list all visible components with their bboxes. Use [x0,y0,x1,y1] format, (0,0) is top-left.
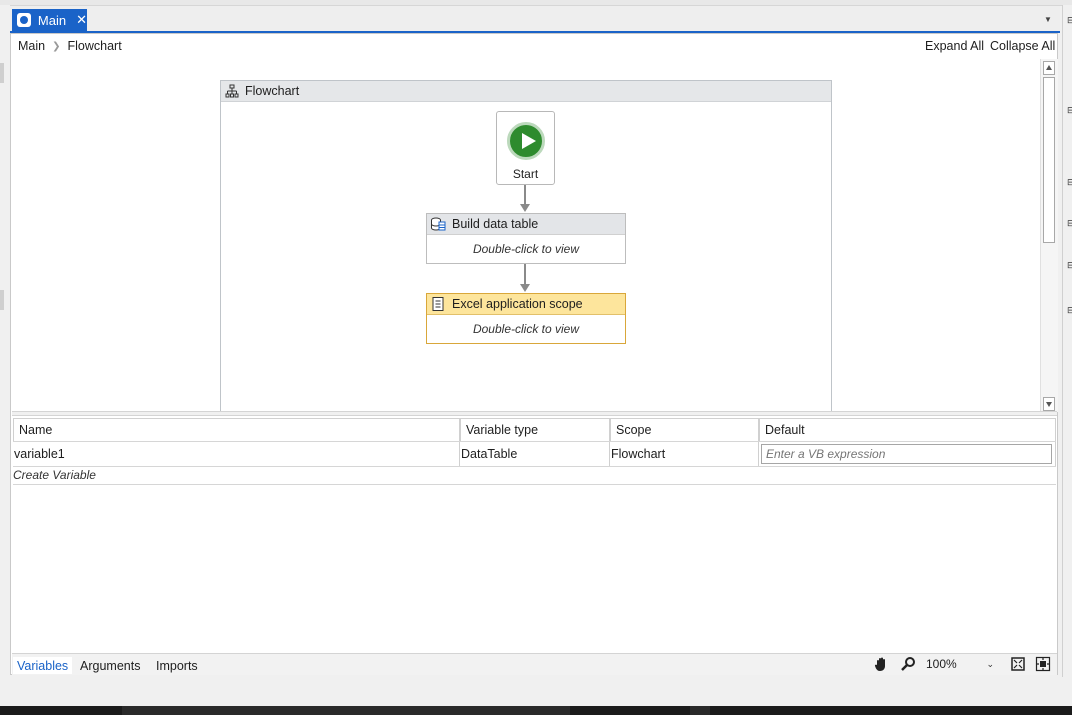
create-variable-row[interactable]: Create Variable [13,467,1056,485]
activity-title: Excel application scope [452,297,583,311]
workflow-file-icon [17,13,31,27]
column-header-scope[interactable]: Scope [610,418,759,441]
arrow-down-icon [520,204,530,212]
start-play-icon [507,122,545,160]
variable-scope-cell[interactable]: Flowchart [610,442,759,466]
connector-line[interactable] [524,185,526,205]
scroll-up-icon[interactable] [1043,61,1055,75]
create-variable-link[interactable]: Create Variable [13,468,96,482]
document-tab-main[interactable]: Main ✕ [12,9,87,31]
canvas-vertical-scrollbar[interactable] [1040,59,1058,412]
data-table-icon [431,217,446,231]
collapse-all-button[interactable]: Collapse All [990,39,1055,53]
activity-title: Build data table [452,217,539,231]
variables-table-header: Name Variable type Scope Default [13,418,1056,442]
activity-hint: Double-click to view [472,322,580,336]
excel-scope-icon [432,297,444,311]
pan-hand-icon[interactable] [873,656,889,672]
left-panel-edge [0,5,10,677]
start-label: Start [512,167,539,181]
activity-excel-application-scope[interactable]: Excel application scope Double-click to … [426,293,626,344]
zoom-magnifier-icon[interactable] [900,656,916,672]
overview-map-icon[interactable] [1035,656,1051,672]
arrow-down-icon [520,284,530,292]
fit-to-screen-icon[interactable] [1010,656,1026,672]
breadcrumb-item-flowchart[interactable]: Flowchart [67,39,121,53]
zoom-level-select[interactable]: 100% ⌄ [926,656,998,672]
breadcrumb: Main ❯ Flowchart [18,39,122,53]
table-row[interactable]: variable1 DataTable Flowchart [13,442,1056,467]
chevron-down-icon: ⌄ [986,659,994,669]
flowchart-icon [225,84,239,98]
document-tab-row [10,6,1060,33]
taskbar-strip [0,706,1072,715]
scrollbar-thumb[interactable] [1043,77,1055,243]
variable-default-cell [759,442,1056,466]
flowchart-header[interactable]: Flowchart [221,81,831,102]
close-icon[interactable]: ✕ [76,12,87,28]
tab-imports[interactable]: Imports [152,657,202,674]
column-header-default[interactable]: Default [759,418,1056,441]
chevron-right-icon: ❯ [52,40,61,52]
default-expression-input[interactable] [761,444,1052,464]
variable-name-cell[interactable]: variable1 [13,442,460,466]
activity-hint: Double-click to view [472,242,580,256]
expand-all-button[interactable]: Expand All [925,39,984,53]
column-header-variable-type[interactable]: Variable type [460,418,610,441]
scroll-down-icon[interactable] [1043,397,1055,411]
document-tab-label: Main [37,12,67,28]
column-header-name[interactable]: Name [13,418,460,441]
variable-type-cell[interactable]: DataTable [460,442,610,466]
connector-line[interactable] [524,264,526,284]
tab-variables[interactable]: Variables [13,657,73,674]
tab-arguments[interactable]: Arguments [76,657,144,674]
activity-build-data-table[interactable]: Build data table Double-click to view [426,213,626,264]
flowchart-title: Flowchart [245,84,300,98]
right-panel-edge: ⊟ ⊟ ⊟ ⊟ ⊟ ⊟ [1062,5,1072,677]
tab-list-dropdown-icon[interactable]: ▼ [1044,15,1052,24]
zoom-level-value: 100% [926,657,957,671]
breadcrumb-item-main[interactable]: Main [18,39,45,53]
